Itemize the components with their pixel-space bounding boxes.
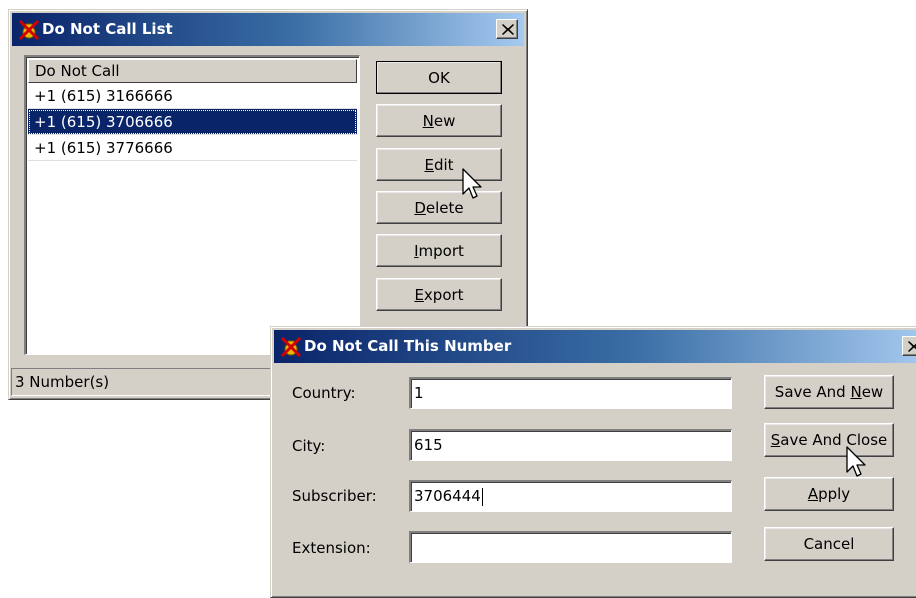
save-and-close-label: ave And Close bbox=[780, 431, 888, 449]
close-button[interactable] bbox=[902, 336, 916, 356]
extension-field[interactable] bbox=[409, 531, 732, 563]
apply-mnemonic: A bbox=[807, 485, 819, 503]
save-and-close-button[interactable]: Save And Close bbox=[764, 423, 894, 457]
mouse-pointer-icon bbox=[846, 446, 866, 477]
save-and-new-mnemonic: N bbox=[850, 383, 862, 401]
column-header-do-not-call[interactable]: Do Not Call bbox=[28, 59, 357, 83]
delete-mnemonic: D bbox=[414, 198, 426, 217]
new-button[interactable]: New bbox=[376, 104, 502, 137]
do-not-call-this-number-window: Do Not Call This Number Country: City: S… bbox=[270, 326, 916, 598]
window-title: Do Not Call List bbox=[42, 20, 173, 38]
mouse-pointer-icon bbox=[462, 168, 482, 199]
list-item[interactable]: +1 (615) 3776666 bbox=[28, 135, 357, 161]
close-button[interactable] bbox=[496, 19, 518, 39]
apply-button[interactable]: Apply bbox=[764, 477, 894, 511]
edit-label: dit bbox=[433, 155, 454, 174]
export-button[interactable]: Export bbox=[376, 278, 502, 311]
import-label: mport bbox=[418, 241, 464, 260]
subscriber-field[interactable]: 3706444 bbox=[409, 480, 732, 512]
edit-mnemonic: E bbox=[424, 155, 434, 174]
import-button[interactable]: Import bbox=[376, 234, 502, 267]
title-bar[interactable]: Do Not Call List bbox=[12, 13, 524, 46]
do-not-call-listbox[interactable]: Do Not Call +1 (615) 3166666 +1 (615) 37… bbox=[24, 55, 360, 355]
ok-button-label: OK bbox=[428, 68, 450, 87]
new-label: ew bbox=[433, 111, 456, 130]
status-count: 3 Number(s) bbox=[15, 373, 110, 391]
country-value: 1 bbox=[414, 384, 424, 402]
list-item[interactable]: +1 (615) 3166666 bbox=[28, 83, 357, 109]
apply-label: pply bbox=[818, 485, 851, 503]
country-label: Country: bbox=[292, 384, 356, 402]
city-value: 615 bbox=[414, 436, 443, 454]
list-item-selected[interactable]: +1 (615) 3706666 bbox=[28, 109, 357, 135]
export-mnemonic: E bbox=[414, 285, 424, 304]
cancel-button[interactable]: Cancel bbox=[764, 527, 894, 561]
city-field[interactable]: 615 bbox=[409, 429, 732, 461]
extension-label: Extension: bbox=[292, 539, 371, 557]
no-phone-icon bbox=[280, 336, 302, 358]
subscriber-value: 3706444 bbox=[414, 487, 481, 505]
window-title: Do Not Call This Number bbox=[304, 337, 512, 355]
save-and-close-mnemonic: S bbox=[770, 431, 781, 449]
subscriber-label: Subscriber: bbox=[292, 487, 377, 505]
no-phone-icon bbox=[18, 19, 40, 41]
title-bar[interactable]: Do Not Call This Number bbox=[274, 330, 916, 363]
close-icon bbox=[908, 341, 916, 352]
ok-button[interactable]: OK bbox=[376, 61, 502, 94]
close-icon bbox=[502, 24, 514, 35]
save-and-new-button[interactable]: Save And New bbox=[764, 375, 894, 409]
country-field[interactable]: 1 bbox=[409, 377, 732, 409]
save-and-new-label: Save And bbox=[774, 383, 851, 401]
text-caret bbox=[481, 487, 483, 506]
save-and-new-label-rest: ew bbox=[861, 383, 884, 401]
city-label: City: bbox=[292, 437, 326, 455]
export-label: xport bbox=[423, 285, 464, 304]
delete-label: elete bbox=[425, 198, 464, 217]
cancel-label: Cancel bbox=[803, 535, 855, 553]
new-mnemonic: N bbox=[422, 111, 434, 130]
